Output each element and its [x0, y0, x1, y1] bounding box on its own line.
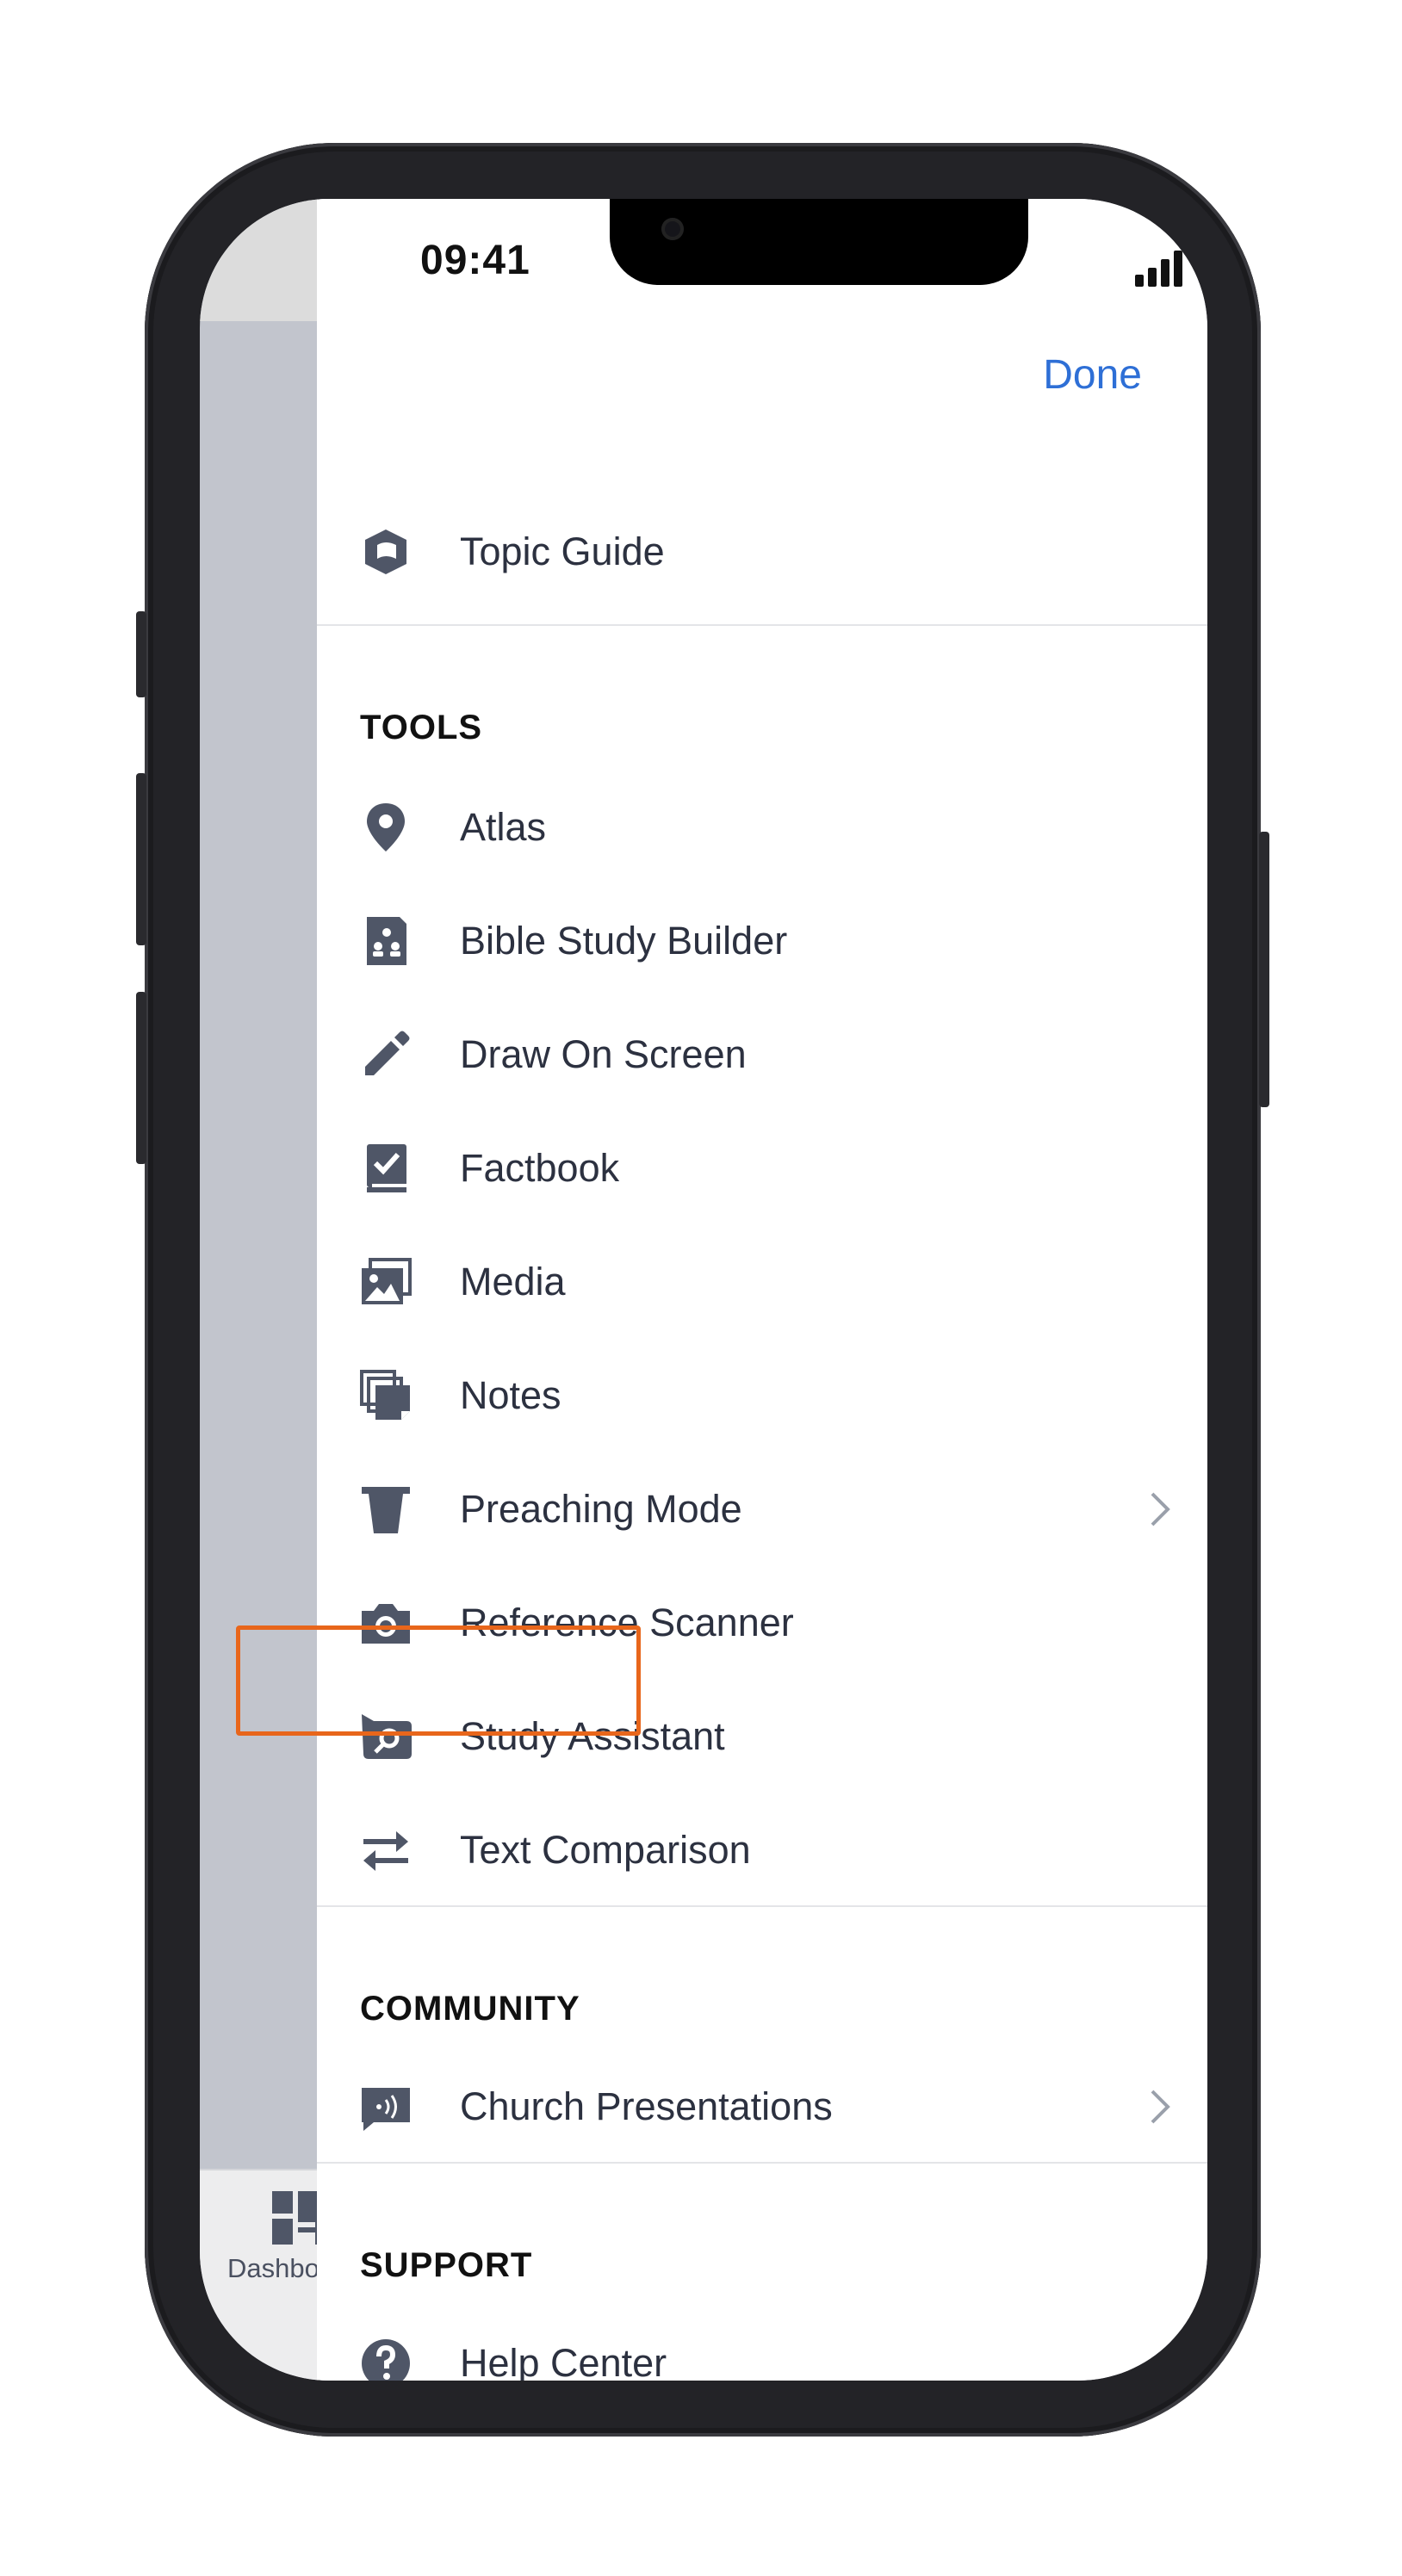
screen: Dashboard 09:41: [200, 199, 1207, 2381]
silent-switch: [136, 611, 146, 697]
divider: [317, 2162, 1207, 2164]
menu-item-notes[interactable]: Notes: [317, 1339, 1207, 1452]
topic-guide-icon: [358, 524, 413, 579]
menu-item-label: Help Center: [460, 2341, 667, 2381]
section-title-tools: TOOLS: [360, 709, 483, 746]
front-camera: [661, 218, 684, 240]
menu-item-label: Text Comparison: [460, 1828, 751, 1872]
menu-item-factbook[interactable]: Factbook: [317, 1112, 1207, 1225]
map-pin-icon: [358, 800, 413, 855]
podium-icon: [358, 1482, 413, 1537]
swap-arrows-icon: [358, 1823, 413, 1878]
section-title-community: COMMUNITY: [360, 1990, 580, 2028]
section-title-support: SUPPORT: [360, 2246, 533, 2284]
menu-item-preaching-mode[interactable]: Preaching Mode: [317, 1452, 1207, 1566]
tools-menu-panel: 09:41 Done Topic Guide TOOLS Atlas Bible…: [236, 199, 1207, 2381]
menu-item-atlas[interactable]: Atlas: [317, 771, 1207, 884]
menu-item-topic-guide[interactable]: Topic Guide: [317, 495, 1207, 609]
menu-item-label: Church Presentations: [460, 2084, 833, 2128]
wifi-icon: [1197, 252, 1207, 273]
presentation-icon: [358, 2079, 413, 2134]
cellular-signal-icon: [1135, 251, 1182, 287]
pencil-icon: [358, 1027, 413, 1082]
notes-icon: [358, 1368, 413, 1423]
status-time: 09:41: [420, 238, 530, 283]
menu-item-media[interactable]: Media: [317, 1225, 1207, 1339]
notch: [610, 199, 1028, 285]
chevron-right-icon: [1147, 1490, 1173, 1528]
highlight-box: [236, 1625, 641, 1736]
divider: [317, 624, 1207, 626]
volume-down-button: [136, 992, 146, 1164]
menu-item-church-presentations[interactable]: Church Presentations: [317, 2050, 1207, 2164]
factbook-icon: [358, 1141, 413, 1196]
volume-up-button: [136, 773, 146, 945]
menu-item-help-center[interactable]: Help Center: [317, 2307, 1207, 2381]
menu-item-draw-on-screen[interactable]: Draw On Screen: [317, 998, 1207, 1112]
help-icon: [358, 2336, 413, 2381]
menu-item-label: Notes: [460, 1373, 561, 1417]
divider: [317, 1905, 1207, 1907]
menu-item-label: Factbook: [460, 1146, 620, 1190]
power-button: [1259, 832, 1269, 1107]
chevron-right-icon: [1147, 2088, 1173, 2126]
menu-item-label: Draw On Screen: [460, 1032, 747, 1076]
menu-item-label: Preaching Mode: [460, 1487, 742, 1531]
menu-item-label: Media: [460, 1260, 566, 1303]
menu-item-label: Topic Guide: [460, 529, 665, 573]
menu-item-text-comparison[interactable]: Text Comparison: [317, 1793, 1207, 1907]
media-icon: [358, 1254, 413, 1310]
study-builder-icon: [358, 913, 413, 969]
done-button[interactable]: Done: [1043, 351, 1142, 399]
menu-item-label: Bible Study Builder: [460, 919, 788, 963]
menu-item-label: Atlas: [460, 805, 547, 849]
status-icons: [1135, 249, 1207, 288]
menu-item-bible-study-builder[interactable]: Bible Study Builder: [317, 884, 1207, 998]
